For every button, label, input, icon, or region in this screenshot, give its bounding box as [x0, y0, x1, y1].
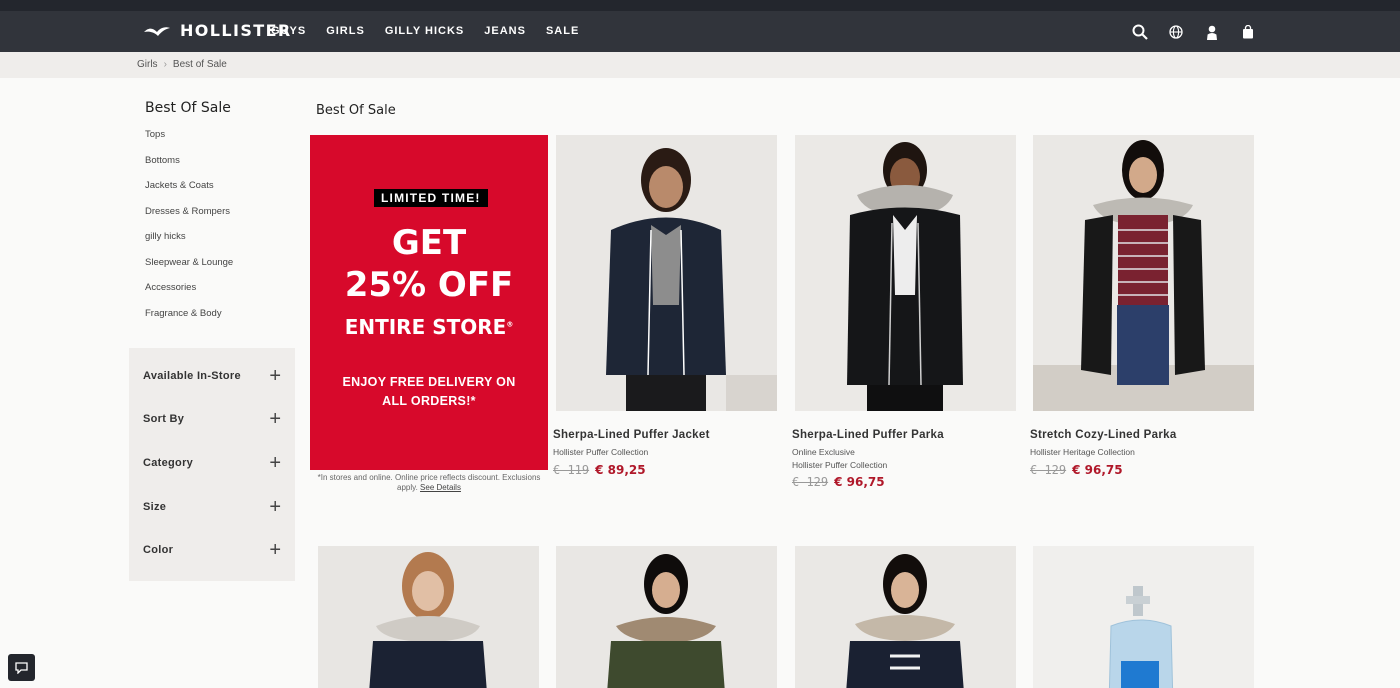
filter-sort-by[interactable]: Sort By + [129, 398, 295, 442]
sidebar-item-bottoms[interactable]: Bottoms [145, 148, 295, 174]
breadcrumb-girls[interactable]: Girls [137, 59, 158, 70]
sidebar-title: Best Of Sale [145, 100, 231, 116]
filter-color[interactable]: Color + [129, 528, 295, 572]
product-card: Sherpa-Lined Puffer Jacket Hollister Puf… [553, 135, 777, 477]
promo-percent: 25% OFF [344, 265, 514, 305]
price-row: € 129 € 96,75 [1030, 463, 1254, 477]
promo-store: ENTIRE STORE® [310, 315, 548, 339]
filter-label: Available In-Store [143, 369, 241, 382]
sidebar-item-fragrance-body[interactable]: Fragrance & Body [145, 301, 295, 327]
filter-label: Size [143, 500, 167, 513]
plus-icon: + [269, 539, 281, 562]
promo-delivery: ENJOY FREE DELIVERY ON ALL ORDERS!* [342, 375, 516, 408]
product-image[interactable] [318, 546, 539, 688]
see-details-link[interactable]: See Details [420, 483, 461, 492]
promo-store-text: ENTIRE STORE [344, 315, 507, 339]
original-price: € 129 [792, 475, 829, 489]
filter-label: Sort By [143, 413, 185, 426]
filter-size[interactable]: Size + [129, 485, 295, 529]
registered-mark: ® [506, 320, 514, 329]
sidebar: Best Of Sale Tops Bottoms Jackets & Coat… [129, 100, 295, 581]
promo-badge: LIMITED TIME! [374, 189, 488, 207]
account-icon[interactable] [1202, 22, 1222, 42]
sidebar-item-gilly-hicks[interactable]: gilly hicks [145, 224, 295, 250]
nav-girls[interactable]: GIRLS [326, 25, 365, 37]
seagull-logo-icon [144, 26, 170, 36]
chat-icon [15, 661, 28, 674]
plus-icon: + [269, 495, 281, 518]
nav-jeans[interactable]: JEANS [484, 25, 526, 37]
primary-nav: GUYS GIRLS GILLY HICKS JEANS SALE [271, 25, 599, 37]
original-price: € 119 [553, 462, 590, 477]
promo-disclaimer: *In stores and online. Online price refl… [310, 473, 548, 493]
product-image[interactable] [1033, 546, 1254, 688]
product-card [795, 546, 1016, 688]
product-collection-name: Hollister Puffer Collection [792, 459, 888, 470]
product-collection: Online Exclusive Hollister Puffer Collec… [792, 446, 1016, 471]
breadcrumb-separator-icon: › [163, 59, 167, 70]
sale-price: € 96,75 [1072, 462, 1123, 477]
shopping-bag-icon[interactable] [1238, 22, 1258, 42]
top-strip [0, 0, 1400, 11]
sidebar-item-dresses-rompers[interactable]: Dresses & Rompers [145, 199, 295, 225]
product-image[interactable] [556, 546, 777, 688]
sidebar-item-sleepwear-lounge[interactable]: Sleepwear & Lounge [145, 250, 295, 276]
product-collection: Hollister Puffer Collection [553, 447, 649, 457]
original-price: € 129 [1030, 462, 1067, 477]
promo-banner[interactable]: LIMITED TIME! GET 25% OFF ENTIRE STORE® … [310, 135, 548, 470]
plus-icon: + [269, 364, 281, 387]
filter-panel: Available In-Store + Sort By + Category … [129, 348, 295, 581]
breadcrumb: Girls › Best of Sale [137, 59, 227, 70]
product-image[interactable] [556, 135, 777, 411]
price-row: € 119 € 89,25 [553, 463, 777, 477]
category-list: Tops Bottoms Jackets & Coats Dresses & R… [145, 122, 295, 326]
chat-feedback-button[interactable] [8, 654, 35, 681]
main-navigation-bar: HOLLISTER GUYS GIRLS GILLY HICKS JEANS S… [0, 11, 1400, 52]
nav-sale[interactable]: SALE [546, 25, 579, 37]
globe-icon[interactable] [1166, 22, 1186, 42]
page-title: Best Of Sale [316, 103, 396, 118]
brand-logo[interactable]: HOLLISTER [143, 21, 292, 40]
filter-label: Color [143, 544, 174, 557]
search-icon[interactable] [1130, 22, 1150, 42]
sidebar-item-tops[interactable]: Tops [145, 122, 295, 148]
sidebar-item-jackets-coats[interactable]: Jackets & Coats [145, 173, 295, 199]
sale-price: € 89,25 [595, 462, 646, 477]
product-image[interactable] [1033, 135, 1254, 411]
plus-icon: + [269, 408, 281, 431]
utility-icons [1130, 22, 1274, 42]
product-card [556, 546, 777, 688]
product-image[interactable] [795, 135, 1016, 411]
plus-icon: + [269, 451, 281, 474]
product-image[interactable] [795, 546, 1016, 688]
product-name[interactable]: Sherpa-Lined Puffer Parka [792, 429, 1016, 441]
filter-label: Category [143, 456, 194, 469]
filter-category[interactable]: Category + [129, 441, 295, 485]
product-exclusive-tag: Online Exclusive [792, 447, 855, 457]
product-name[interactable]: Sherpa-Lined Puffer Jacket [553, 429, 777, 441]
product-name[interactable]: Stretch Cozy-Lined Parka [1030, 429, 1254, 441]
nav-gilly-hicks[interactable]: GILLY HICKS [385, 25, 464, 37]
product-card: Stretch Cozy-Lined Parka Hollister Herit… [1030, 135, 1254, 477]
breadcrumb-bar: Girls › Best of Sale [0, 52, 1400, 78]
nav-guys[interactable]: GUYS [271, 25, 306, 37]
product-collection: Hollister Heritage Collection [1030, 447, 1135, 457]
price-row: € 129 € 96,75 [792, 475, 1016, 489]
sale-price: € 96,75 [834, 475, 885, 489]
promo-get: GET [391, 223, 467, 263]
breadcrumb-best-of-sale[interactable]: Best of Sale [173, 59, 227, 70]
product-card [1033, 546, 1254, 688]
filter-available-in-store[interactable]: Available In-Store + [129, 354, 295, 398]
product-card [318, 546, 539, 688]
sidebar-item-accessories[interactable]: Accessories [145, 275, 295, 301]
product-card: Sherpa-Lined Puffer Parka Online Exclusi… [792, 135, 1016, 489]
